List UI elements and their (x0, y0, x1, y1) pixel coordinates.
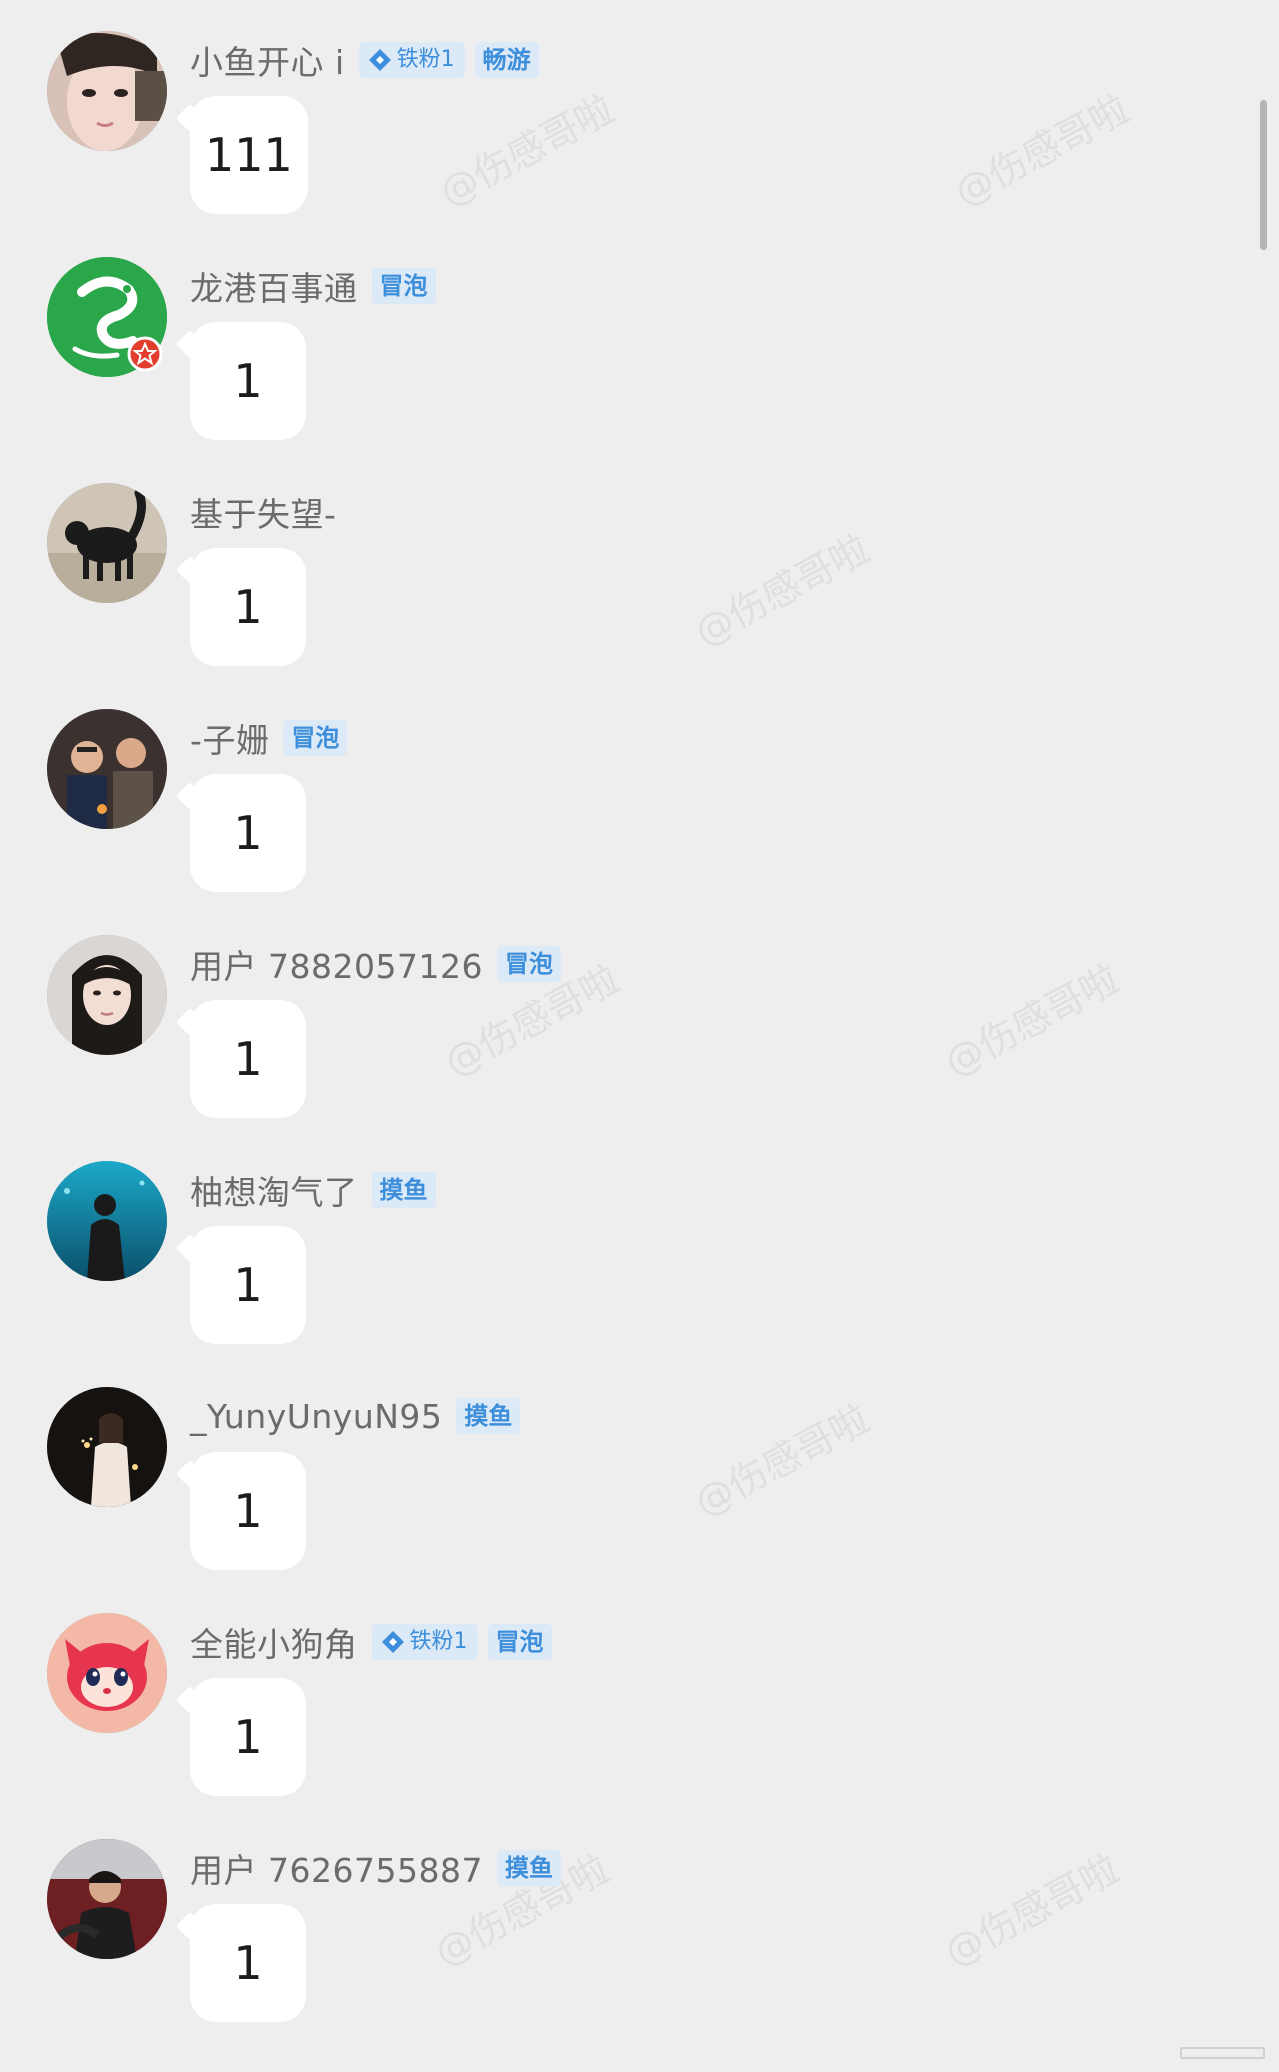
username[interactable]: 柚想淘气了 (190, 1166, 358, 1214)
message-text: 1 (233, 1484, 263, 1538)
level-badge: 冒泡 (487, 1624, 552, 1660)
message-text: 1 (233, 1032, 263, 1086)
portrait-icon (47, 935, 167, 1055)
message-bubble[interactable]: 1 (175, 1226, 306, 1344)
diamond-icon (368, 49, 391, 71)
message-bubble[interactable]: 1 (175, 1678, 306, 1796)
message-text: 111 (205, 128, 293, 182)
fan-badge-label: 铁粉1 (409, 1629, 468, 1654)
message-bubble[interactable]: 1 (175, 1904, 306, 2022)
bubble-tail (175, 1685, 205, 1715)
username[interactable]: 用户 7882057126 (190, 940, 483, 988)
username[interactable]: 龙港百事通 (190, 262, 358, 310)
username[interactable]: 用户 7626755887 (190, 1844, 483, 1892)
comment-header: -子姗 冒泡 (190, 712, 348, 764)
message-bubble[interactable]: 1 (175, 322, 306, 440)
message-text: 1 (233, 1710, 263, 1764)
message-bubble[interactable]: 1 (175, 1452, 306, 1570)
message-text: 1 (233, 806, 263, 860)
comment-item[interactable]: 全能小狗角 铁粉1 冒泡 1 (0, 1582, 1200, 1808)
black-cat-icon (47, 483, 167, 603)
message-text: 1 (233, 580, 263, 634)
comment-header: 用户 7626755887 摸鱼 (190, 1842, 561, 1894)
bottom-indicator (1180, 2047, 1265, 2059)
bubble-tail (175, 1911, 205, 1941)
bubble-tail (175, 555, 205, 585)
comment-item[interactable]: 用户 7882057126 冒泡 1 (0, 904, 1200, 1130)
message-text: 1 (233, 1258, 263, 1312)
comment-item[interactable]: 用户 7626755887 摸鱼 1 (0, 1808, 1200, 2034)
message-text: 1 (233, 1936, 263, 1990)
level-badge: 冒泡 (283, 720, 348, 756)
comment-header: 全能小狗角 铁粉1 冒泡 (190, 1616, 552, 1668)
group-photo-icon (47, 709, 167, 829)
comment-header: 基于失望- (190, 486, 336, 538)
sparkler-night-avatar[interactable] (47, 1387, 167, 1507)
username[interactable]: 基于失望- (190, 488, 336, 536)
aquarium-icon (47, 1161, 167, 1281)
comment-header: 柚想淘气了 摸鱼 (190, 1164, 436, 1216)
username[interactable]: -子姗 (190, 714, 269, 762)
comment-header: 用户 7882057126 冒泡 (190, 938, 561, 990)
comment-item[interactable]: 龙港百事通 冒泡 1 (0, 226, 1200, 452)
girl-photo-icon (47, 31, 167, 151)
comment-header: 龙港百事通 冒泡 (190, 260, 436, 312)
level-badge: 摸鱼 (371, 1172, 436, 1208)
level-badge: 摸鱼 (496, 1850, 561, 1886)
comment-item[interactable]: 基于失望- 1 (0, 452, 1200, 678)
diamond-icon (381, 1631, 404, 1653)
car-selfie-avatar[interactable] (47, 1839, 167, 1959)
level-badge: 畅游 (474, 42, 539, 78)
comment-item[interactable]: _YunyUnyuN95 摸鱼 1 (0, 1356, 1200, 1582)
comment-item[interactable]: -子姗 冒泡 1 (0, 678, 1200, 904)
girl-photo-avatar[interactable] (47, 31, 167, 151)
aquarium-avatar[interactable] (47, 1161, 167, 1281)
bubble-tail (175, 1007, 205, 1037)
fan-badge: 铁粉1 (371, 1624, 478, 1660)
level-badge: 摸鱼 (456, 1398, 521, 1434)
group-photo-avatar[interactable] (47, 709, 167, 829)
bubble-tail (175, 103, 205, 133)
message-bubble[interactable]: 111 (175, 96, 308, 214)
level-badge: 冒泡 (496, 946, 561, 982)
scrollbar[interactable] (1260, 100, 1267, 250)
portrait-avatar[interactable] (47, 935, 167, 1055)
verified-star-icon (127, 336, 163, 372)
fan-badge: 铁粉1 (358, 42, 465, 78)
message-bubble[interactable]: 1 (175, 1000, 306, 1118)
comment-feed: @伤感哥啦 @伤感哥啦 @伤感哥啦 @伤感哥啦 @伤感哥啦 @伤感哥啦 @伤感哥… (0, 0, 1279, 2072)
bubble-tail (175, 1233, 205, 1263)
comment-header: 小鱼开心 i 铁粉1 畅游 (190, 34, 539, 86)
pink-cartoon-fox-icon (47, 1613, 167, 1733)
username[interactable]: 小鱼开心 i (190, 36, 345, 84)
message-text: 1 (233, 354, 263, 408)
comment-item[interactable]: 小鱼开心 i 铁粉1 畅游 111 (0, 0, 1200, 226)
pink-cartoon-fox-avatar[interactable] (47, 1613, 167, 1733)
bubble-tail (175, 781, 205, 811)
username[interactable]: _YunyUnyuN95 (190, 1397, 442, 1436)
black-cat-avatar[interactable] (47, 483, 167, 603)
sparkler-night-icon (47, 1387, 167, 1507)
bubble-tail (175, 329, 205, 359)
level-badge: 冒泡 (371, 268, 436, 304)
message-bubble[interactable]: 1 (175, 548, 306, 666)
username[interactable]: 全能小狗角 (190, 1618, 358, 1666)
fan-badge-label: 铁粉1 (396, 47, 455, 72)
car-selfie-icon (47, 1839, 167, 1959)
comment-header: _YunyUnyuN95 摸鱼 (190, 1390, 521, 1442)
message-bubble[interactable]: 1 (175, 774, 306, 892)
comment-item[interactable]: 柚想淘气了 摸鱼 1 (0, 1130, 1200, 1356)
bubble-tail (175, 1459, 205, 1489)
